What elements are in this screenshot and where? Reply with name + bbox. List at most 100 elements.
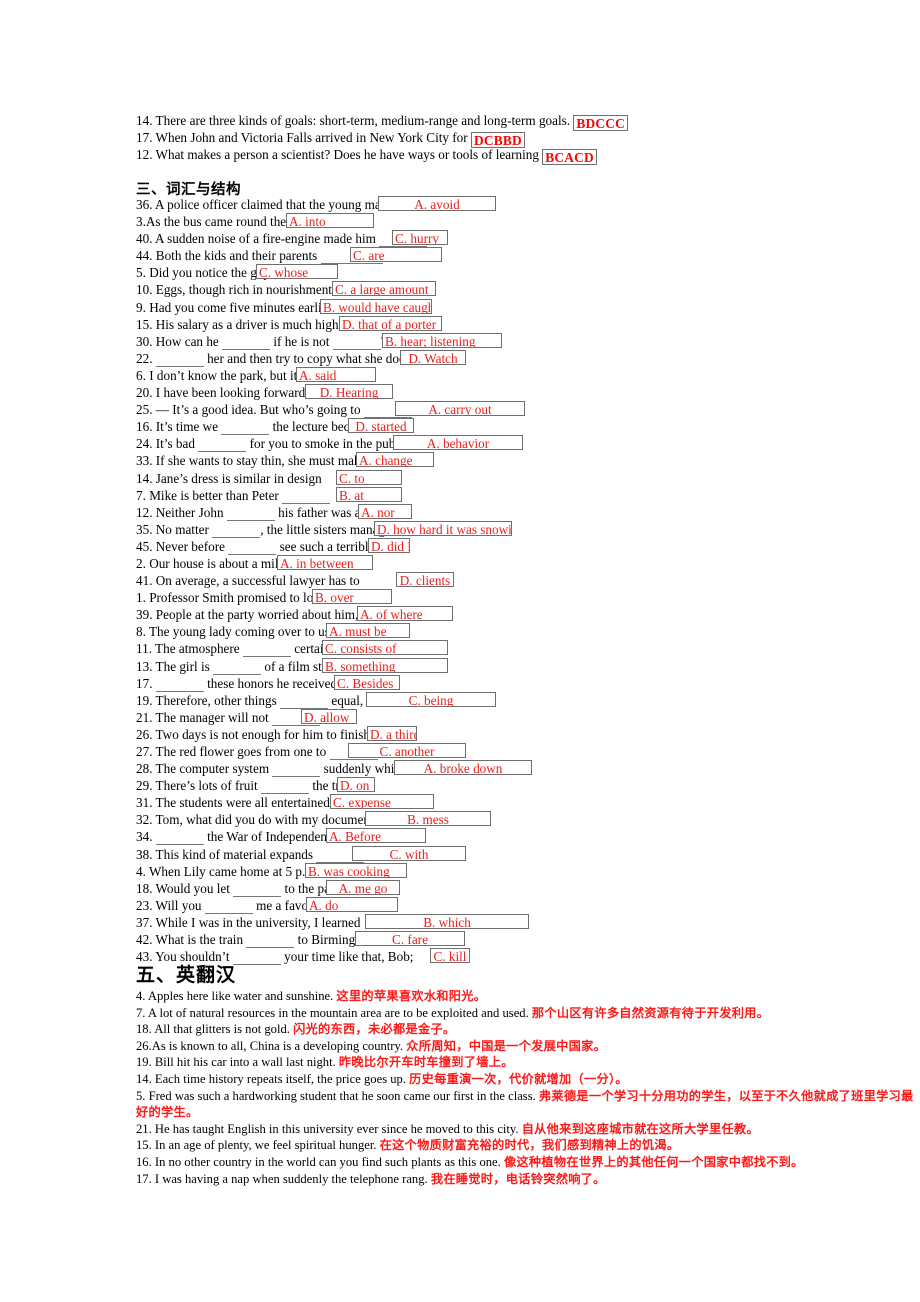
- vocab-question-row: 19. Therefore, other things equal, C. bei…: [136, 691, 496, 709]
- vocab-question-row: 7. Mike is better than Peter B. at: [136, 486, 427, 504]
- vocab-question-row: 16. It’s time we the lecture because D. s…: [136, 418, 427, 436]
- vocab-answer-box: A. change: [356, 452, 434, 468]
- vocab-answer-box: D. clients: [396, 572, 454, 588]
- vocab-question-text: 40. A sudden noise of a fire-engine made…: [136, 231, 376, 247]
- vocab-question-text: 34. the War of Independence,: [136, 829, 342, 846]
- translation-chinese: 像这种植物在世界上的其他任何一个国家中都找不到。: [503, 1154, 804, 1169]
- translation-row: 26.As is known to all, China is a develo…: [136, 1038, 920, 1055]
- vocab-question-text: 29. There’s lots of fruit the tree.: [136, 778, 355, 795]
- answer-blank: [282, 492, 331, 504]
- vocab-answer-box: C. fare: [355, 931, 465, 947]
- answer-blank: [204, 902, 253, 914]
- answer-blank: [242, 645, 291, 658]
- translation-row: 19. Bill hit his car into a wall last ni…: [136, 1054, 920, 1071]
- answer-blank: [226, 509, 275, 521]
- vocab-question-text: 17. these honors he received: [136, 675, 338, 692]
- vocab-answer-box: C. kill: [430, 948, 470, 964]
- vocab-question-text: 19. Therefore, other things equal,: [136, 692, 364, 709]
- vocab-answer-box: C. hurry: [392, 230, 448, 246]
- vocab-question-text: 13. The girl is of a film star.: [136, 658, 335, 675]
- vocab-question-text: 18. Would you let to the park: [136, 880, 341, 897]
- translation-english: 19. Bill hit his car into a wall last ni…: [136, 1055, 339, 1070]
- translation-chinese: 我在睡觉时，电话铃突然响了。: [430, 1171, 606, 1186]
- translation-english: 4. Apples here like water and sunshine.: [136, 989, 337, 1003]
- vocab-question-row: 32. Tom, what did you do with my documen…: [136, 811, 491, 828]
- vocab-answer-box: D. how hard it was snowing: [374, 520, 512, 536]
- translation-row: 15. In an age of plenty, we feel spiritu…: [136, 1137, 920, 1154]
- vocab-answer-box: B. mess: [365, 811, 491, 827]
- translation-chinese: 众所周知，中国是一个发展中国家。: [406, 1038, 607, 1053]
- translation-row: 7. A lot of natural resources in the mou…: [136, 1005, 920, 1022]
- vocab-answer-box: A. broke down: [394, 760, 532, 776]
- translation-chinese: 闪光的东西，未必都是金子。: [293, 1022, 456, 1037]
- answer-blank: [228, 543, 277, 555]
- answer-blank: [232, 953, 281, 966]
- vocab-question-row: 44. Both the kids and their parents C. a…: [136, 247, 442, 265]
- vocab-question-text: 21. The manager will not: [136, 710, 320, 726]
- vocab-question-text: 44. Both the kids and their parents: [136, 248, 318, 264]
- vocab-question-text: 22. her and then try to copy what she do…: [136, 350, 414, 367]
- vocab-question-row: 41. On average, a successful lawyer has …: [136, 572, 454, 589]
- vocab-question-text: 10. Eggs, though rich in nourishments,: [136, 282, 341, 298]
- translation-list: 4. Apples here like water and sunshine. …: [136, 988, 920, 1187]
- answer-blank: [222, 338, 271, 350]
- translation-english: 15. In an age of plenty, we feel spiritu…: [136, 1138, 380, 1153]
- answer-blank: [221, 423, 270, 436]
- vocab-question-row: 24. It’s bad for you to smoke in the pub…: [136, 435, 523, 453]
- vocab-answer-box: A. in between: [277, 554, 373, 570]
- answer-key-badge: BCACD: [542, 149, 597, 165]
- vocab-question-row: 20. I have been looking forward to D. Hea…: [136, 384, 427, 401]
- vocab-question-row: 45. Never before see such a terrible D. d…: [136, 537, 427, 555]
- vocab-question-row: 28. The computer system suddenly while A.…: [136, 760, 532, 778]
- vocab-answer-box: A. Before: [326, 828, 426, 844]
- answer-blank: [198, 440, 247, 453]
- vocab-question-text: 20. I have been looking forward to: [136, 385, 319, 401]
- vocab-question-text: 6. I don’t know the park, but it’s: [136, 367, 307, 383]
- answer-key-row: 12. What makes a person a scientist? Doe…: [136, 146, 628, 165]
- vocab-question-text: 4. When Lily came home at 5 p.m.: [136, 863, 319, 879]
- vocab-answer-box: D. on: [337, 777, 375, 793]
- vocab-answer-box: D. did I: [368, 537, 410, 553]
- vocab-question-text: 38. This kind of material expands: [136, 847, 365, 863]
- vocab-question-text: 28. The computer system suddenly while: [136, 761, 404, 778]
- vocab-question-text: 30. How can he if he is not ?: [136, 334, 387, 350]
- vocab-question-row: 5. Did you notice the guy C. whose: [136, 264, 427, 281]
- vocab-question-row: 37. While I was in the university, I lea…: [136, 913, 529, 931]
- vocab-answer-box: B. was cooking: [305, 862, 407, 878]
- vocab-question-row: 40. A sudden noise of a fire-engine made…: [136, 230, 448, 248]
- answer-blank: [280, 697, 329, 709]
- vocab-answer-box: B. which: [365, 913, 529, 929]
- vocab-answer-box: A. me go: [326, 879, 400, 895]
- vocab-question-row: 3.As the bus came round the corner, A. in…: [136, 213, 427, 230]
- translation-english: 26.As is known to all, China is a develo…: [136, 1038, 407, 1053]
- translation-chinese: 这里的苹果喜欢水和阳光。: [336, 989, 487, 1003]
- vocab-answer-box: D. Watch: [400, 349, 466, 365]
- answer-key-question-text: 12. What makes a person a scientist? Doe…: [136, 147, 543, 162]
- vocab-question-row: 36. A police officer claimed that the yo…: [136, 196, 496, 213]
- vocab-question-text: 32. Tom, what did you do with my documen…: [136, 812, 385, 828]
- translation-row: 21. He has taught English in this univer…: [136, 1121, 920, 1138]
- vocabulary-question-list: 36. A police officer claimed that the yo…: [136, 196, 532, 966]
- translation-chinese: 那个山区有许多自然资源有待于开发利用。: [531, 1005, 770, 1020]
- vocab-answer-box: C. with: [352, 845, 466, 861]
- vocab-question-row: 1. Professor Smith promised to look B. ov…: [136, 589, 427, 606]
- vocab-question-row: 22. her and then try to copy what she do…: [136, 349, 466, 367]
- vocab-question-row: 2. Our house is about a mile A. in betwee…: [136, 554, 427, 572]
- vocab-question-text: 5. Did you notice the guy: [136, 265, 271, 281]
- vocab-question-row: 31. The students were all entertained in…: [136, 794, 434, 811]
- vocab-answer-box: D. Hearing: [305, 384, 393, 400]
- vocab-answer-box: A. must be: [326, 623, 410, 639]
- vocab-answer-box: A. into: [286, 213, 374, 229]
- vocab-question-row: 34. the War of Independence, A. Before: [136, 828, 427, 846]
- vocab-question-row: 8. The young lady coming over to us A. mu…: [136, 623, 427, 640]
- vocab-question-row: 21. The manager will not D. allow: [136, 708, 427, 726]
- vocab-answer-box: C. expense: [330, 794, 434, 810]
- vocab-answer-box: D. a third: [367, 725, 417, 741]
- answer-blank: [272, 765, 321, 778]
- answer-blank: [213, 663, 262, 675]
- answer-blank: [261, 782, 310, 795]
- vocab-answer-box: C. consists of: [322, 640, 448, 656]
- vocab-question-text: 8. The young lady coming over to us: [136, 624, 330, 640]
- vocab-question-row: 42. What is the train to Birmingham? C. f…: [136, 931, 465, 949]
- vocab-question-text: 33. If she wants to stay thin, she must …: [136, 453, 367, 469]
